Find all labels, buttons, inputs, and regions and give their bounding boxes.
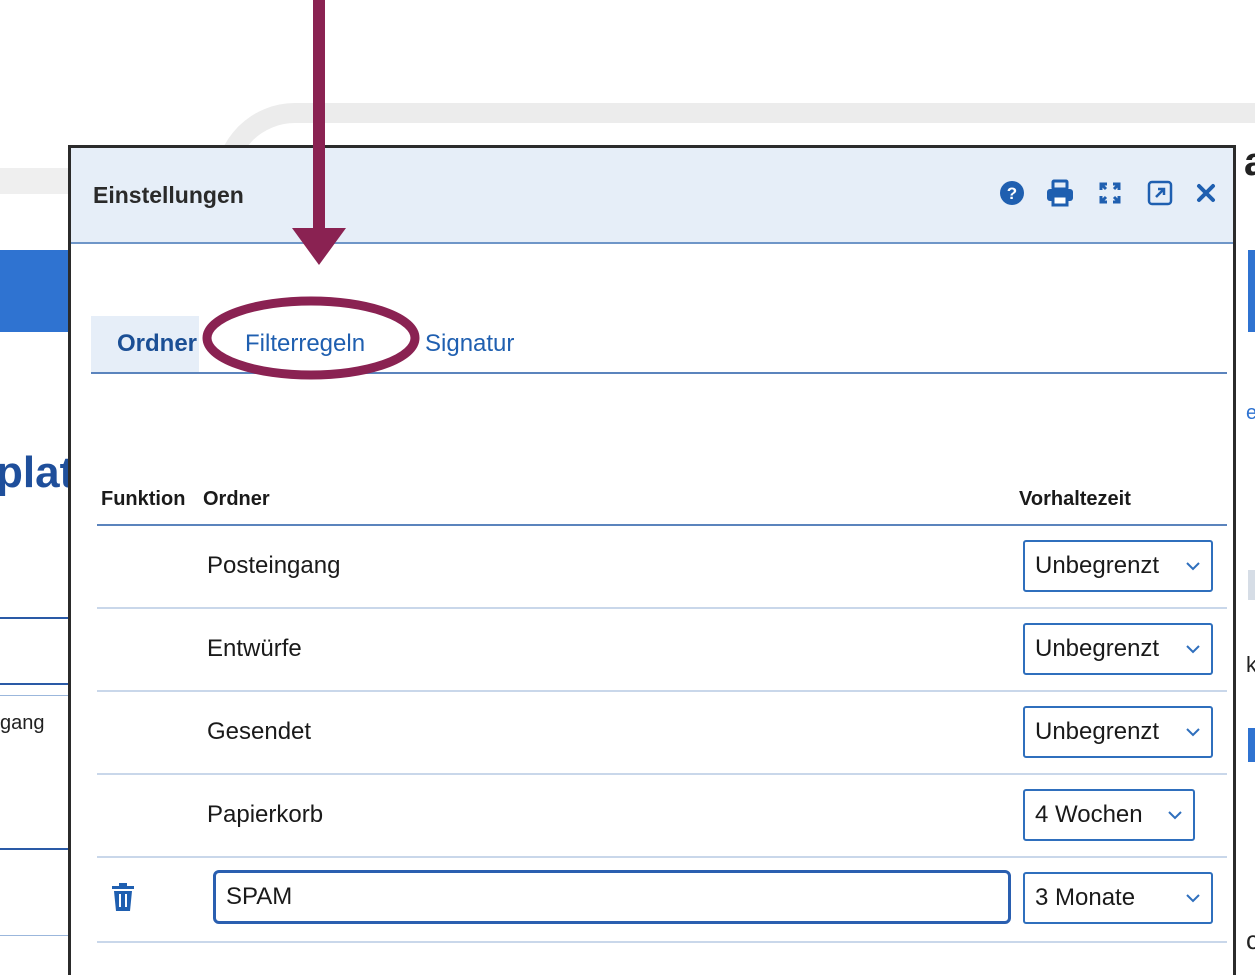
retention-select[interactable]: Unbegrenzt: [1023, 540, 1213, 592]
folder-name: Papierkorb: [207, 801, 324, 828]
background-divider: [0, 935, 70, 936]
fullscreen-icon[interactable]: [1095, 178, 1125, 208]
background-right-text: k: [1246, 652, 1255, 677]
dialog-title: Einstellungen: [93, 182, 244, 208]
folder-name: Posteingang: [207, 552, 341, 579]
close-icon[interactable]: [1191, 178, 1221, 208]
background-right-text: c: [1246, 925, 1255, 955]
column-header-retention: Vorhaltezeit: [1019, 488, 1131, 510]
background-right-block: [1248, 570, 1255, 600]
background-blue-bar: [0, 250, 70, 332]
tab-filterregeln[interactable]: Filterregeln: [219, 316, 391, 372]
chevron-down-icon: [1186, 562, 1200, 571]
print-icon[interactable]: [1045, 178, 1075, 208]
chevron-down-icon: [1168, 811, 1182, 820]
folder-name: Gesendet: [207, 718, 312, 745]
table-row: Posteingang Unbegrenzt: [97, 526, 1227, 609]
dialog-header: Einstellungen ?: [71, 148, 1233, 244]
column-header-folder: Ordner: [203, 488, 270, 510]
retention-select[interactable]: Unbegrenzt: [1023, 706, 1213, 758]
chevron-down-icon: [1186, 645, 1200, 654]
help-icon[interactable]: ?: [997, 178, 1027, 208]
background-heading: plat: [0, 448, 75, 497]
retention-select[interactable]: 4 Wochen: [1023, 789, 1195, 841]
table-row: Gesendet Unbegrenzt: [97, 692, 1227, 775]
background-right-bar: [1248, 728, 1255, 762]
retention-value: 4 Wochen: [1035, 801, 1143, 828]
popout-icon[interactable]: [1145, 178, 1175, 208]
background-divider: [0, 695, 70, 696]
column-header-function: Funktion: [101, 488, 186, 510]
background-right-bar: [1248, 250, 1255, 332]
background-divider: [0, 848, 70, 850]
tab-bar: Ordner Filterregeln Signatur: [91, 316, 1227, 374]
svg-text:?: ?: [1007, 184, 1017, 203]
retention-value: 3 Monate: [1035, 884, 1136, 911]
table-row: Entwürfe Unbegrenzt: [97, 609, 1227, 692]
background-divider: [0, 683, 70, 685]
retention-value: Unbegrenzt: [1035, 635, 1160, 662]
folder-name-input[interactable]: [213, 870, 1011, 924]
background-divider: [0, 617, 70, 619]
chevron-down-icon: [1186, 728, 1200, 737]
chevron-down-icon: [1186, 894, 1200, 903]
retention-select[interactable]: Unbegrenzt: [1023, 623, 1213, 675]
retention-value: Unbegrenzt: [1035, 552, 1160, 579]
settings-dialog: Einstellungen ? Ordner Filterregeln Sign…: [68, 145, 1236, 975]
tab-signatur[interactable]: Signatur: [399, 316, 540, 372]
retention-value: Unbegrenzt: [1035, 718, 1160, 745]
folder-name: Entwürfe: [207, 635, 302, 662]
background-list-item[interactable]: gang: [0, 712, 45, 735]
background-right-text: e: [1246, 402, 1255, 424]
background-right-text: a: [1244, 140, 1255, 185]
tab-ordner[interactable]: Ordner: [91, 316, 199, 372]
table-row: Papierkorb 4 Wochen: [97, 775, 1227, 858]
trash-icon[interactable]: [111, 882, 135, 912]
table-header: Funktion Ordner Vorhaltezeit: [97, 478, 1227, 526]
table-row: 3 Monate: [97, 858, 1227, 943]
retention-select[interactable]: 3 Monate: [1023, 872, 1213, 924]
